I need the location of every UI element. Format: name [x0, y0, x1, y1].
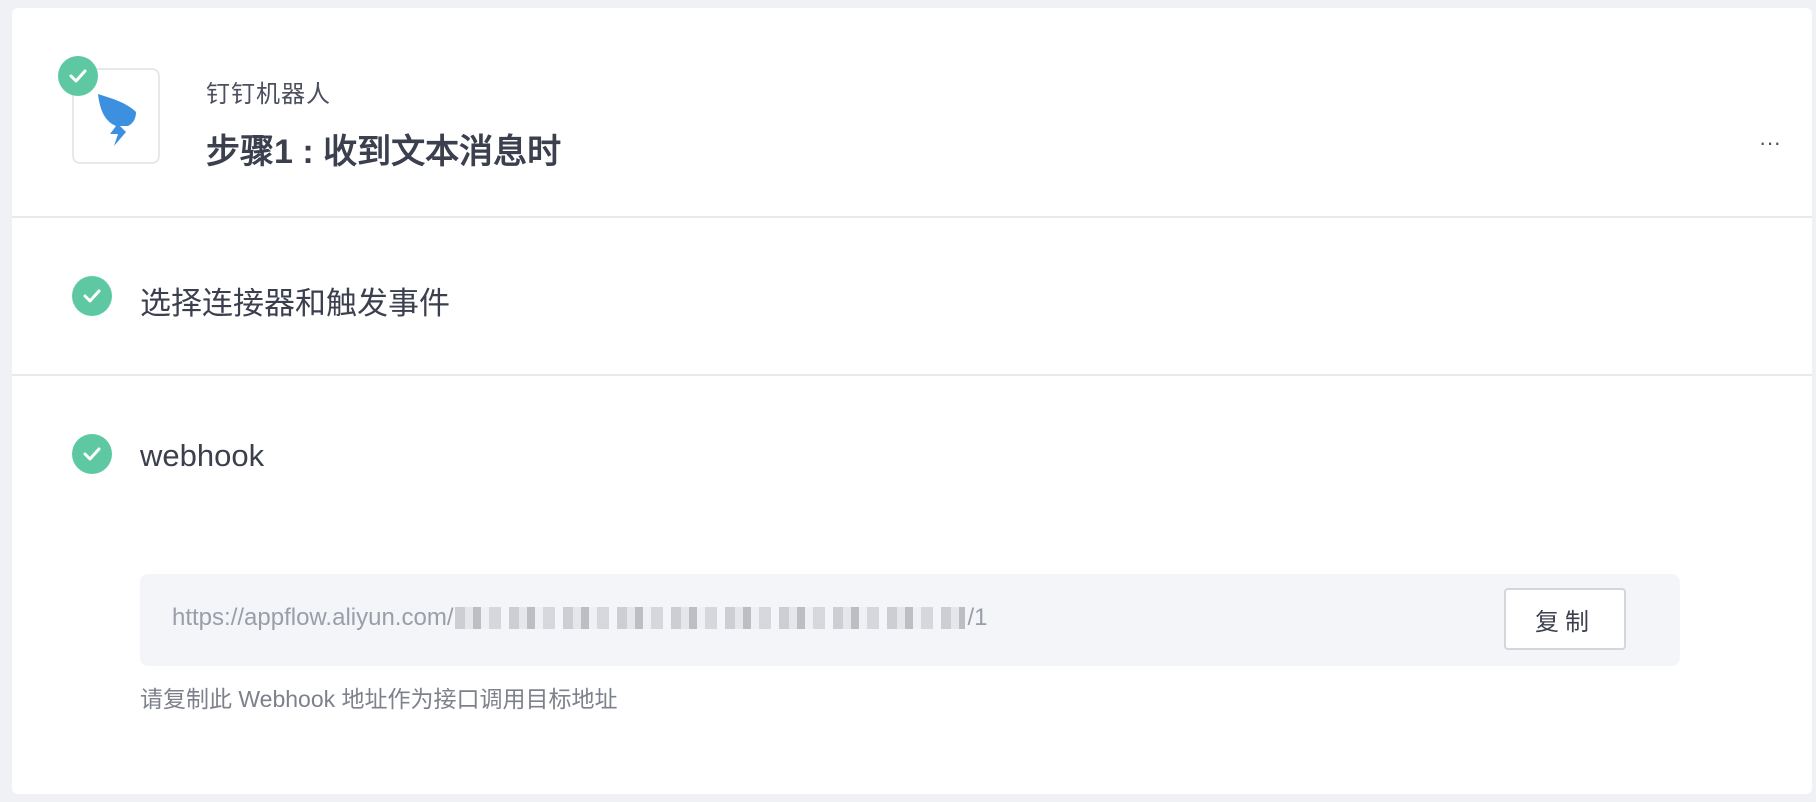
- section-label: webhook: [140, 438, 265, 473]
- webhook-url-prefix: https://appflow.aliyun.com/: [172, 604, 454, 631]
- connector-name: 钉钉机器人: [206, 81, 331, 108]
- trigger-step-card: 钉钉机器人 步骤1 : 收到文本消息时 ··· 选择连接器和触发事件 webho…: [12, 8, 1812, 794]
- dingtalk-icon: [98, 94, 136, 146]
- check-icon: [72, 276, 112, 316]
- section-select-connector[interactable]: 选择连接器和触发事件: [12, 218, 1812, 376]
- check-icon: [72, 434, 112, 474]
- webhook-url[interactable]: https://appflow.aliyun.com/ /1: [172, 604, 988, 632]
- step-title: 步骤1 : 收到文本消息时: [206, 133, 562, 171]
- webhook-url-field[interactable]: https://appflow.aliyun.com/ /1 复制: [140, 574, 1680, 666]
- section-label: 选择连接器和触发事件: [140, 286, 450, 321]
- webhook-url-suffix: /1: [967, 604, 988, 631]
- more-options-button[interactable]: ···: [1752, 132, 1788, 158]
- redacted-url-segment: [455, 607, 966, 629]
- step-complete-check-icon: [58, 56, 98, 96]
- webhook-hint-text: 请复制此 Webhook 地址作为接口调用目标地址: [140, 686, 618, 712]
- step-header: 钉钉机器人 步骤1 : 收到文本消息时 ···: [12, 8, 1812, 218]
- section-webhook: webhook https://appflow.aliyun.com/ /1 复…: [12, 376, 1812, 794]
- copy-button[interactable]: 复制: [1504, 588, 1626, 650]
